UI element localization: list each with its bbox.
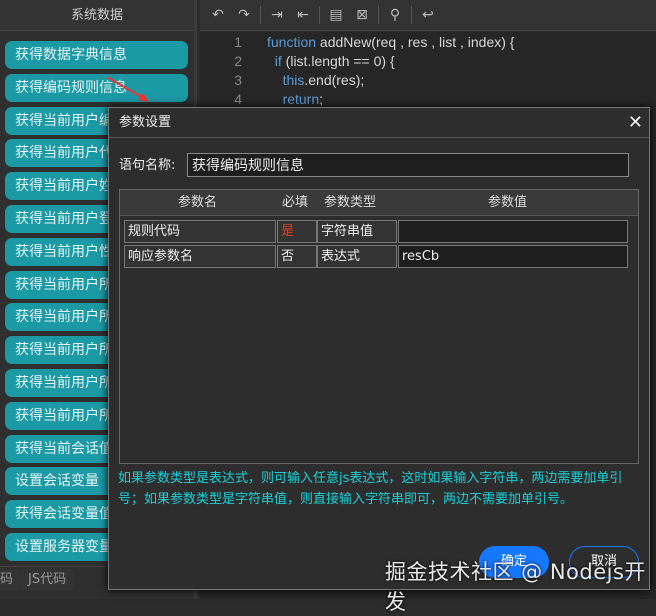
keyword: this [282, 72, 305, 88]
code-text: .end(res); [304, 72, 365, 88]
code-text: ; [319, 91, 324, 107]
param-type-cell: 字符串值 [317, 220, 397, 243]
param-value-cell[interactable]: resCb [398, 245, 628, 268]
tab-code[interactable]: 码 [0, 569, 22, 591]
col-param-type: 参数类型 [323, 195, 376, 210]
search-icon[interactable]: ⚲ [385, 5, 405, 25]
editor-toolbar: ↶ ↷ ⇥ ⇤ ▤ ⊠ ⚲ ↩ [200, 0, 656, 31]
col-required: 必填 [281, 195, 308, 210]
watermark: 掘金技术社区 @ Nodejs开发 [385, 560, 646, 614]
sidebar-item[interactable]: 获得数据字典信息 [5, 41, 188, 69]
indent-icon[interactable]: ⇥ [267, 5, 287, 25]
undo-icon[interactable]: ↶ [208, 5, 228, 25]
param-required-cell: 是 [277, 220, 317, 243]
param-value-cell[interactable] [398, 220, 628, 243]
keyword: if [274, 53, 282, 69]
line-number: 2 [234, 53, 242, 69]
wrap-icon[interactable]: ↩ [418, 5, 438, 25]
sidebar-item[interactable]: 获得编码规则信息 [5, 73, 188, 102]
keyword: return [282, 91, 320, 107]
param-name-cell: 响应参数名 [124, 245, 276, 268]
dialog-title: 参数设置 [119, 115, 172, 130]
comment-icon[interactable]: ▤ [326, 5, 346, 25]
param-settings-dialog: 参数设置 ✕ 语句名称: 参数名 必填 参数类型 参数值 规则代码是字符串值响应… [108, 107, 650, 590]
param-type-cell: 表达式 [317, 245, 397, 268]
line-number: 1 [234, 34, 242, 50]
red-arrow-annotation [106, 76, 149, 102]
close-icon[interactable]: ✕ [628, 108, 643, 138]
keyword: function [267, 34, 317, 50]
sidebar-title: 系统数据 [0, 0, 194, 31]
hint-text: 如果参数类型是表达式，则可输入任意js表达式，这时如果输入字符串，两边需要加单引… [118, 471, 623, 507]
statement-name-label: 语句名称: [119, 158, 176, 173]
statement-name-input[interactable] [187, 153, 629, 177]
redo-icon[interactable]: ↷ [234, 5, 254, 25]
code-text: (list.length == 0) { [281, 53, 395, 69]
param-required-cell: 否 [277, 245, 317, 268]
param-name-cell: 规则代码 [124, 220, 276, 243]
outdent-icon[interactable]: ⇤ [293, 5, 313, 25]
uncomment-icon[interactable]: ⊠ [352, 5, 372, 25]
param-grid: 参数名 必填 参数类型 参数值 规则代码是字符串值响应参数名否表达式 resCb [119, 189, 639, 464]
code-text: addNew(req , res , list , index) { [316, 34, 515, 50]
col-param-name: 参数名 [177, 195, 217, 210]
line-number: 3 [234, 72, 242, 88]
col-param-value: 参数值 [487, 195, 527, 210]
tab-js-code[interactable]: JS代码 [20, 569, 75, 591]
